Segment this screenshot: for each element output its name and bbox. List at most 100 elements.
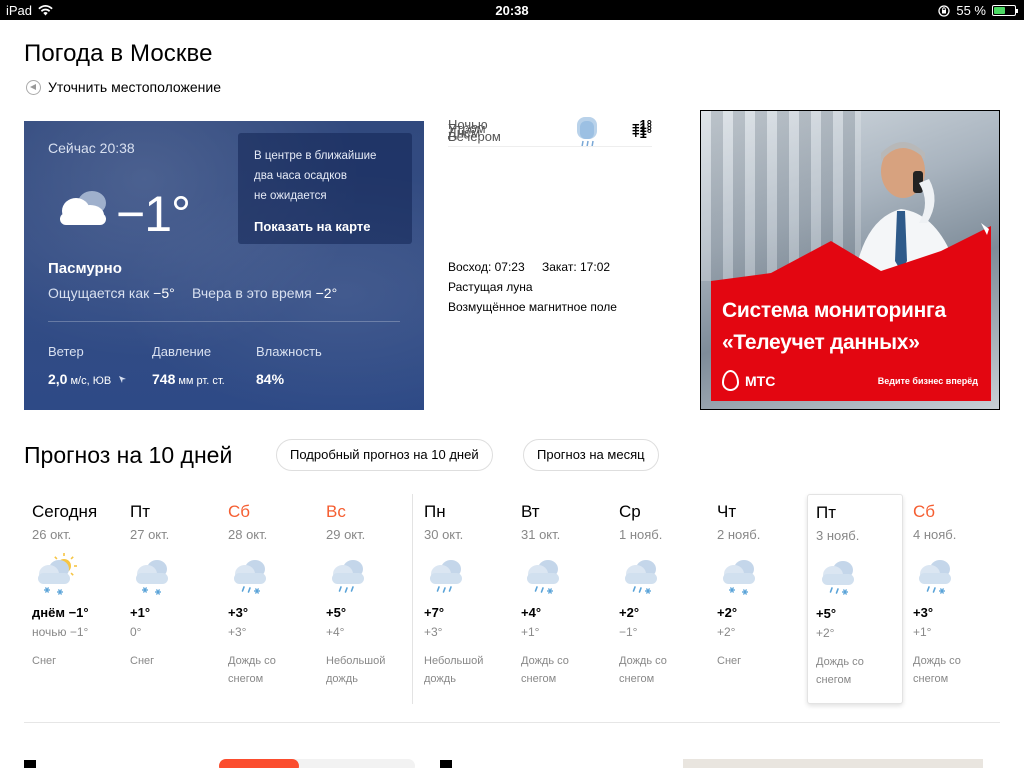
forecast-day[interactable]: Пн 30 окт. +7° +3° Небольшой дождь xyxy=(416,494,512,704)
detailed-forecast-button[interactable]: Подробный прогноз на 10 дней xyxy=(276,439,493,471)
day-name: Пн xyxy=(424,502,446,521)
pressure-value: 748 xyxy=(152,371,176,387)
humidity-value: 84% xyxy=(256,371,285,387)
nowcast-line-2: два часа осадков xyxy=(254,170,347,182)
next-section-image-peek xyxy=(683,759,983,768)
status-bar: iPad 20:38 55 % xyxy=(0,0,1024,20)
cloud-sleet-icon xyxy=(816,553,862,597)
nowcast-line-1: В центре в ближайшие xyxy=(254,150,377,162)
locate-link[interactable]: Уточнить местоположение xyxy=(26,79,221,95)
page-title: Погода в Москве xyxy=(24,40,213,67)
cloud-sleet-icon xyxy=(913,552,959,596)
day-temperature: +4° xyxy=(521,605,542,620)
night-temperature: ночью −1° xyxy=(32,625,89,639)
forecast-day[interactable]: Вт 31 окт. +4° +1° Дождь со снегом xyxy=(513,494,609,704)
day-name: Вс xyxy=(326,502,346,521)
wind-value-row: 2,0 м/с, ЮВ xyxy=(48,371,127,387)
month-forecast-button[interactable]: Прогноз на месяц xyxy=(523,439,659,471)
status-time: 20:38 xyxy=(495,3,529,18)
day-condition: Дождь со снегом xyxy=(816,656,864,686)
wind-metric: Ветер 2,0 м/с, ЮВ xyxy=(48,344,127,387)
cloud-snow-icon xyxy=(717,552,763,596)
day-temperature: днём −1° xyxy=(32,605,89,620)
day-temperature: +3° xyxy=(913,605,934,620)
forecast-day[interactable]: Сегодня 26 окт. днём −1° ночью −1° Снег xyxy=(24,494,120,704)
day-condition: Дождь со снегом xyxy=(619,655,667,685)
forecast-day[interactable]: Пт 27 окт. +1° 0° Снег xyxy=(122,494,218,704)
now-condition: Пасмурно xyxy=(48,260,122,277)
forecast-day[interactable]: Чт 2 нояб. +2° +2° Снег xyxy=(709,494,805,704)
show-map-link[interactable]: Показать на карте xyxy=(254,219,370,234)
day-condition: Снег xyxy=(130,655,155,667)
day-condition: Небольшой дождь xyxy=(424,655,484,685)
yesterday-value: −2° xyxy=(315,285,338,301)
humidity-label: Влажность xyxy=(256,344,322,359)
night-temperature: +2° xyxy=(816,626,835,640)
ad-title-line-2: «Телеучет данных» xyxy=(722,331,920,354)
mts-brand: МТС xyxy=(745,372,776,389)
battery-icon xyxy=(992,5,1018,16)
day-condition: Дождь со снегом xyxy=(521,655,569,685)
nowcast-line-3: не ожидается xyxy=(254,190,327,202)
battery-level xyxy=(994,7,1005,14)
sunset-time: Закат: 17:02 xyxy=(542,260,611,274)
cloud-rain-icon xyxy=(424,552,470,596)
day-temperature: +5° xyxy=(816,606,837,621)
wind-value: 2,0 xyxy=(48,371,68,387)
night-temperature: +1° xyxy=(913,625,932,639)
cloud-sleet-icon xyxy=(619,552,665,596)
day-date: 30 окт. xyxy=(424,527,464,542)
astro-info: Восход: 07:23 Закат: 17:02 Растущая луна… xyxy=(448,257,624,317)
forecast-day[interactable]: Сб 4 нояб. +3° +1° Дождь со снегом xyxy=(905,494,1001,704)
day-condition: Снег xyxy=(32,655,57,667)
day-date: 31 окт. xyxy=(521,527,561,542)
daypart-divider xyxy=(448,146,652,147)
day-name: Сб xyxy=(913,502,936,521)
forecast-day[interactable]: Сб 28 окт. +3° +3° Дождь со снегом xyxy=(220,494,316,704)
forecast-day[interactable]: Ср 1 нояб. +2° −1° Дождь со снегом xyxy=(611,494,707,704)
weekend-separator xyxy=(412,494,413,704)
mts-egg-icon xyxy=(722,370,739,391)
now-temperature: −1° xyxy=(116,186,191,242)
night-temperature: 0° xyxy=(130,625,142,639)
nowcast-panel: В центре в ближайшие два часа осадков не… xyxy=(238,133,412,244)
current-weather-card[interactable]: Сейчас 20:38 −1° Пасмурно Ощущается как … xyxy=(24,121,424,410)
day-temperature: +2° xyxy=(717,605,738,620)
cloud-sleet-icon xyxy=(228,552,274,596)
feels-like-label: Ощущается как xyxy=(48,285,150,301)
pressure-label: Давление xyxy=(152,344,212,359)
day-name: Сб xyxy=(228,502,251,521)
advertisement-banner[interactable]: Система мониторинга «Телеучет данных» МТ… xyxy=(700,110,1000,410)
day-condition: Снег xyxy=(717,655,742,667)
moon-phase: Растущая луна xyxy=(448,280,533,294)
ad-slogan: Ведите бизнес вперёд xyxy=(877,376,978,386)
cloud-rain-icon xyxy=(326,552,372,596)
feels-like: Ощущается как −5° xyxy=(48,285,175,301)
nowcast-text: В центре в ближайшие два часа осадков не… xyxy=(254,146,396,206)
wind-direction-icon xyxy=(119,376,127,383)
forecast-day[interactable]: Вс 29 окт. +5° +4° Небольшой дождь xyxy=(318,494,414,704)
now-time: Сейчас 20:38 xyxy=(48,140,135,156)
cloud-sleet-icon xyxy=(521,552,567,596)
day-date: 27 окт. xyxy=(130,527,170,542)
next-section-switch-peek[interactable] xyxy=(219,759,415,768)
yesterday-label: Вчера в это время xyxy=(192,285,312,301)
day-temperature: +1° xyxy=(130,605,151,620)
day-condition: Дождь со снегом xyxy=(913,655,961,685)
cloudy-icon xyxy=(60,191,106,225)
location-arrow-icon xyxy=(26,79,41,95)
night-temperature: +3° xyxy=(228,625,247,639)
day-date: 28 окт. xyxy=(228,527,268,542)
night-temperature: +4° xyxy=(326,625,345,639)
ad-title: Система мониторинга «Телеучет данных» xyxy=(722,295,946,359)
forecast-title: Прогноз на 10 дней xyxy=(24,442,233,468)
battery-percent: 55 % xyxy=(956,3,986,18)
forecast-day[interactable]: Пт 3 нояб. +5° +2° Дождь со снегом xyxy=(807,494,903,704)
wind-unit: м/с, ЮВ xyxy=(70,375,112,387)
daypart-label-evening: Вечером xyxy=(448,129,501,144)
day-condition: Небольшой дождь xyxy=(326,655,386,685)
day-date: 1 нояб. xyxy=(619,527,663,542)
ad-title-line-1: Система мониторинга xyxy=(722,299,946,322)
orientation-lock-icon xyxy=(938,4,951,17)
sun-cloud-snow-icon xyxy=(32,552,78,596)
